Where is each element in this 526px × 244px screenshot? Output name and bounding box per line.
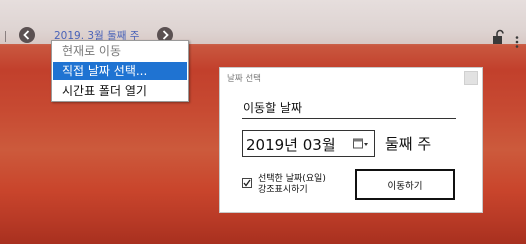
highlight-checkbox[interactable] [242,178,252,188]
previous-week-button[interactable] [19,27,35,43]
date-select-dialog: 날짜 선택 이동할 날짜 2019년 03월 둘째 주 선택한 날짜(요일) 강… [219,67,483,213]
target-date-label: 이동할 날짜 [243,101,303,115]
chevron-left-icon [23,30,30,40]
month-value: 2019년 03월 [246,136,336,154]
week-label: 둘째 주 [385,135,432,153]
menu-item-go-to-current[interactable]: 현재로 이동 [53,42,187,60]
highlight-checkbox-label: 선택한 날짜(요일) 강조표시하기 [258,174,326,196]
checkbox-label-line2: 강조표시하기 [258,185,308,195]
go-button[interactable]: 이동하기 [355,169,455,200]
lock-icon[interactable] [491,29,507,49]
dialog-title: 날짜 선택 [227,74,261,84]
context-menu: 현재로 이동 직접 날짜 선택... 시간표 폴더 열기 [51,40,189,102]
close-button[interactable] [464,71,478,85]
divider [5,31,6,42]
month-picker[interactable]: 2019년 03월 [242,130,375,157]
calendar-dropdown-icon[interactable] [353,138,369,150]
more-options-icon[interactable] [514,33,520,52]
menu-item-open-timetable-folder[interactable]: 시간표 폴더 열기 [53,82,187,100]
field-underline [242,118,456,119]
menu-item-select-date[interactable]: 직접 날짜 선택... [53,62,187,80]
checkbox-label-line1: 선택한 날짜(요일) [258,174,326,184]
checkmark-icon [243,179,251,187]
